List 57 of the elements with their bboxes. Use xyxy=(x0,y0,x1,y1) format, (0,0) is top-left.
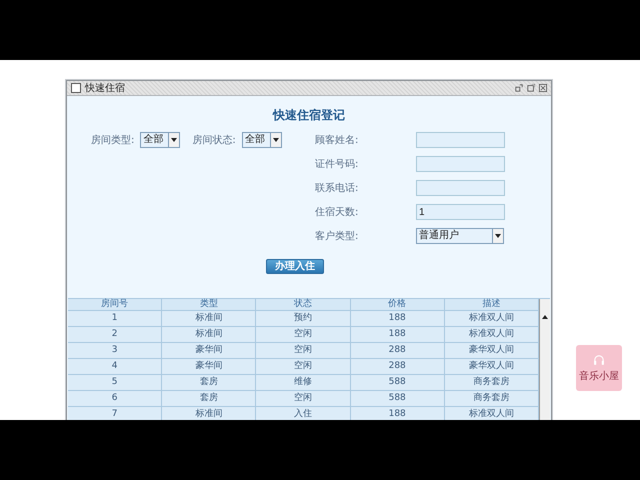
scroll-up-icon[interactable] xyxy=(541,313,549,321)
filter-label: 房间类型: xyxy=(91,134,134,147)
table-cell: 1 xyxy=(68,311,162,326)
scrollbar[interactable] xyxy=(539,299,550,420)
table-cell: 预约 xyxy=(256,311,351,326)
minimize-icon[interactable] xyxy=(515,84,523,92)
close-icon[interactable] xyxy=(539,84,547,92)
column-header[interactable]: 价格 xyxy=(350,299,445,310)
input-field[interactable] xyxy=(416,180,505,196)
table-cell: 套房 xyxy=(162,391,256,406)
field-label: 联系电话: xyxy=(315,182,360,195)
table-cell: 188 xyxy=(350,311,445,326)
table-cell: 空闲 xyxy=(256,343,351,358)
caret-icon xyxy=(272,138,279,142)
column-header[interactable]: 类型 xyxy=(162,299,256,310)
input-field[interactable] xyxy=(416,156,505,172)
table-cell: 4 xyxy=(68,359,162,374)
caret-icon xyxy=(495,234,501,238)
table-cell: 空闲 xyxy=(256,391,351,406)
table-cell: 标准间 xyxy=(162,327,256,342)
field-label: 顾客姓名: xyxy=(315,134,360,147)
maximize-icon[interactable] xyxy=(527,84,535,92)
table-cell: 标准间 xyxy=(162,311,256,326)
table-cell: 豪华间 xyxy=(162,343,256,358)
input-field[interactable] xyxy=(416,132,505,148)
filter-dropdown[interactable]: 全部 xyxy=(242,132,282,148)
table-cell: 套房 xyxy=(162,375,256,390)
table-cell: 空闲 xyxy=(256,359,351,374)
widget-label: 音乐小屋 xyxy=(579,370,619,383)
caret-icon xyxy=(171,138,178,142)
column-header[interactable]: 状态 xyxy=(256,299,351,310)
table-cell: 豪华间 xyxy=(162,359,256,374)
filter-dropdown[interactable]: 全部 xyxy=(140,132,180,148)
table-cell: 188 xyxy=(350,327,445,342)
field-label: 证件号码: xyxy=(315,158,360,171)
input-field[interactable]: 1 xyxy=(416,204,505,220)
window-title: 快速住宿 xyxy=(85,82,125,95)
window-icon xyxy=(71,83,81,93)
customer-type-dropdown[interactable]: 普通用户 xyxy=(416,228,504,244)
table-cell: 2 xyxy=(68,327,162,342)
table-cell: 588 xyxy=(350,391,445,406)
field-label: 住宿天数: xyxy=(315,206,360,219)
table-cell: 588 xyxy=(350,375,445,390)
widget-card[interactable]: 音乐小屋 xyxy=(576,345,622,391)
table-cell: 5 xyxy=(68,375,162,390)
form-heading: 快速住宿登记 xyxy=(273,107,345,124)
table-cell: 维修 xyxy=(256,375,351,390)
headphones-icon xyxy=(592,353,606,367)
check-in-button[interactable]: 办理入住 xyxy=(266,259,324,274)
table-cell: 3 xyxy=(68,343,162,358)
table-cell: 空闲 xyxy=(256,327,351,342)
table-cell: 288 xyxy=(350,343,445,358)
column-header[interactable]: 房间号 xyxy=(68,299,162,310)
filter-label: 房间状态: xyxy=(192,134,236,147)
table-cell: 6 xyxy=(68,391,162,406)
table-cell: 288 xyxy=(350,359,445,374)
field-label: 客户类型: xyxy=(315,230,360,243)
